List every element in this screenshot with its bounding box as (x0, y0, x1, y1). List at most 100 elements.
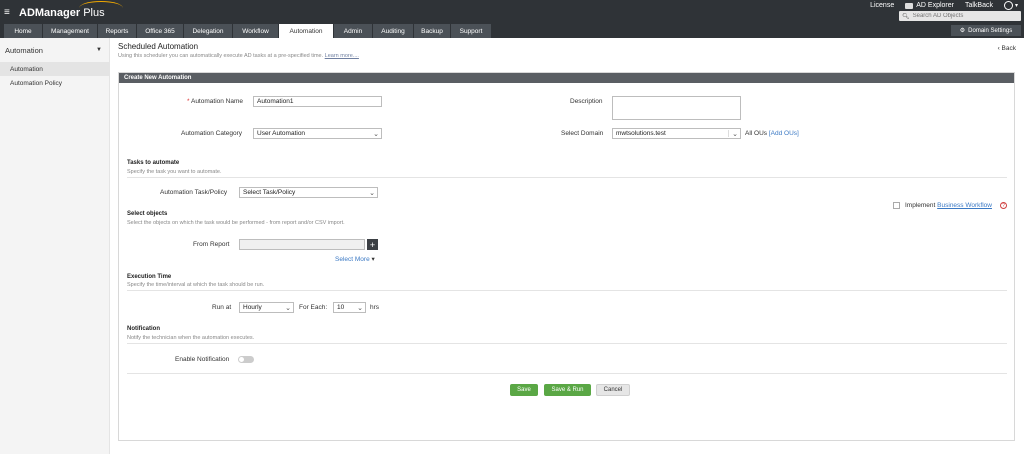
select-separator (728, 130, 729, 137)
learn-more-link[interactable]: Learn more.... (325, 53, 359, 59)
save-button[interactable]: Save (510, 384, 538, 396)
task-policy-label: Automation Task/Policy (160, 189, 228, 196)
top-bar: ≡ ADManager Plus License AD Explorer Tal… (0, 0, 1024, 38)
objects-section-title: Select objects (127, 211, 168, 217)
main-tabs: Home Management Reports Office 365 Deleg… (4, 24, 491, 38)
implement-workflow-checkbox[interactable] (893, 202, 900, 209)
implement-workflow-label: Implement Business Workflow (905, 202, 992, 209)
sidebar: Automation ▼ Automation Automation Polic… (0, 38, 110, 454)
chevron-left-icon: ‹ (997, 45, 1000, 52)
tab-backup[interactable]: Backup (414, 24, 450, 38)
hrs-label: hrs (370, 304, 380, 311)
for-each-label: For Each: (299, 304, 328, 311)
notification-section-title: Notification (127, 326, 160, 332)
search-box[interactable]: 🔍︎ (899, 11, 1021, 21)
tasks-section-desc: Specify the task you want to automate. (127, 169, 222, 175)
add-ous-link[interactable]: [Add OUs] (769, 130, 799, 137)
tab-office365[interactable]: Office 365 (137, 24, 183, 38)
gear-icon: ⚙ (959, 28, 966, 34)
execution-section-title: Execution Time (127, 274, 172, 280)
chevron-down-icon: ⌄ (732, 131, 738, 138)
help-icon[interactable]: ? (1000, 202, 1007, 209)
all-ous-text: All OUs [Add OUs] (745, 130, 799, 137)
main-content: Scheduled Automation Using this schedule… (110, 38, 1024, 454)
select-domain-label: Select Domain (561, 130, 604, 137)
automation-category-value: User Automation (257, 130, 306, 137)
tab-reports[interactable]: Reports (98, 24, 136, 38)
tab-workflow[interactable]: Workflow (233, 24, 278, 38)
product-logo[interactable]: ADManager Plus (19, 1, 123, 19)
chevron-down-icon: ⌄ (285, 305, 291, 312)
ad-explorer-link[interactable]: AD Explorer (905, 2, 954, 9)
user-menu-caret-icon[interactable]: ▾ (1015, 2, 1018, 9)
automation-name-input[interactable]: Automation1 (253, 96, 382, 107)
ad-explorer-icon (905, 2, 914, 9)
ad-explorer-label: AD Explorer (916, 2, 954, 9)
domain-settings-button[interactable]: ⚙ Domain Settings (951, 25, 1021, 36)
chevron-down-icon: ⌄ (357, 305, 363, 312)
page-description: Using this scheduler you can automatical… (118, 53, 359, 59)
tab-delegation[interactable]: Delegation (184, 24, 232, 38)
select-domain-value: mwtsolutions.test (616, 130, 666, 137)
run-at-label: Run at (212, 304, 232, 311)
enable-notification-toggle[interactable] (238, 356, 254, 363)
add-report-button[interactable]: + (367, 239, 378, 250)
logo-arc (79, 1, 123, 15)
task-policy-value: Select Task/Policy (243, 189, 296, 196)
save-and-run-button[interactable]: Save & Run (544, 384, 591, 396)
top-links: License AD Explorer TalkBack ▾ (870, 1, 1018, 10)
tab-automation[interactable]: Automation (279, 24, 333, 38)
search-input[interactable] (912, 13, 1013, 19)
tab-support[interactable]: Support (451, 24, 491, 38)
objects-section-desc: Select the objects on which the task wou… (127, 220, 345, 226)
description-textarea[interactable] (612, 96, 741, 120)
select-more-link[interactable]: Select More ▾ (335, 255, 375, 263)
from-report-label: From Report (193, 241, 230, 248)
toggle-knob (239, 357, 244, 362)
tab-home[interactable]: Home (4, 24, 42, 38)
section-divider (127, 177, 1007, 178)
page-title: Scheduled Automation (118, 42, 199, 51)
business-workflow-link[interactable]: Business Workflow (937, 202, 992, 209)
hamburger-menu-icon[interactable]: ≡ (4, 8, 14, 18)
chevron-down-icon: ⌄ (373, 131, 379, 138)
for-each-select[interactable]: 10 ⌄ (333, 302, 366, 313)
back-label: Back (1001, 45, 1016, 52)
tab-admin[interactable]: Admin (334, 24, 372, 38)
automation-category-label: Automation Category (181, 130, 243, 137)
domain-settings-label: Domain Settings (968, 27, 1013, 34)
license-link[interactable]: License (870, 2, 894, 9)
tab-management[interactable]: Management (43, 24, 97, 38)
chevron-down-icon: ⌄ (369, 190, 375, 197)
panel-header: Create New Automation (119, 73, 1014, 83)
back-button[interactable]: ‹ Back (998, 45, 1016, 52)
sidebar-item-automation-policy[interactable]: Automation Policy (0, 76, 109, 90)
sidebar-item-automation[interactable]: Automation (0, 62, 109, 76)
run-at-value: Hourly (243, 304, 262, 311)
automation-category-select[interactable]: User Automation ⌄ (253, 128, 382, 139)
user-avatar-icon[interactable] (1003, 1, 1013, 10)
automation-name-label: * Automation Name (187, 98, 244, 105)
section-divider (127, 290, 1007, 291)
task-policy-select[interactable]: Select Task/Policy ⌄ (239, 187, 378, 198)
caret-down-icon: ▾ (371, 256, 375, 263)
sidebar-header[interactable]: Automation ▼ (0, 38, 109, 62)
select-domain-select[interactable]: mwtsolutions.test ⌄ (612, 128, 741, 139)
create-automation-panel: Create New Automation * Automation Name … (118, 72, 1015, 441)
chevron-down-icon: ▼ (96, 47, 102, 53)
tasks-section-title: Tasks to automate (127, 160, 180, 166)
notification-section-desc: Notify the technician when the automatio… (127, 335, 255, 341)
logo-area: ≡ ADManager Plus (4, 1, 123, 20)
section-divider (127, 373, 1007, 374)
cancel-button[interactable]: Cancel (596, 384, 630, 396)
description-label: Description (570, 98, 603, 105)
run-at-select[interactable]: Hourly ⌄ (239, 302, 294, 313)
execution-section-desc: Specify the time/interval at which the t… (127, 282, 265, 288)
for-each-value: 10 (337, 304, 345, 311)
enable-notification-label: Enable Notification (175, 356, 230, 363)
from-report-input[interactable] (239, 239, 365, 250)
search-icon: 🔍︎ (902, 13, 910, 20)
tab-auditing[interactable]: Auditing (373, 24, 413, 38)
section-divider (127, 343, 1007, 344)
talkback-link[interactable]: TalkBack (965, 2, 993, 9)
